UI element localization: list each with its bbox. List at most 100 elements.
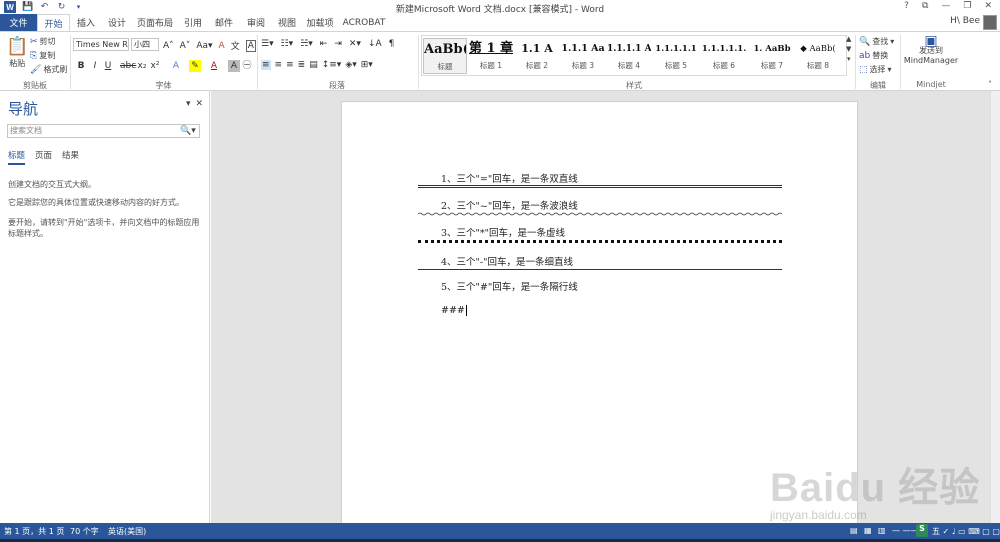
document-line[interactable]: 5、三个"#"回车，是一条隔行线 xyxy=(441,279,578,293)
tab-mailings[interactable]: 邮件 xyxy=(211,14,237,31)
user-name[interactable]: H\ Bee xyxy=(950,16,980,26)
clear-format-icon[interactable]: A xyxy=(219,41,225,51)
minimize-icon[interactable]: — xyxy=(941,1,950,11)
style-item[interactable]: AaBb( 标题 xyxy=(423,38,467,74)
tab-view[interactable]: 视图 xyxy=(274,14,300,31)
word-count-status[interactable]: 70 个字 xyxy=(70,526,99,537)
style-item[interactable]: 1.1.1.1.1. 标题 6 xyxy=(701,38,747,74)
align-center-icon[interactable]: ≡ xyxy=(275,60,283,70)
typing-line[interactable]: ### xyxy=(441,305,467,316)
find-button[interactable]: 🔍 查找 ▾ xyxy=(859,36,894,47)
print-layout-icon[interactable]: ▦ xyxy=(864,526,872,535)
change-case-icon[interactable]: Aa▾ xyxy=(196,41,212,51)
line-spacing-icon[interactable]: ↕≡▾ xyxy=(322,60,342,70)
font-size-combo[interactable]: 小四 xyxy=(131,38,159,51)
chinese-layout-icon[interactable]: ✕▾ xyxy=(349,39,361,49)
tab-references[interactable]: 引用 xyxy=(180,14,206,31)
underline-icon[interactable]: U xyxy=(102,60,114,72)
superscript-icon[interactable]: x² xyxy=(149,60,161,72)
nav-tab-pages[interactable]: 页面 xyxy=(35,149,52,165)
italic-icon[interactable]: I xyxy=(89,60,101,72)
document-line[interactable]: 4、三个"-"回车，是一条细直线 xyxy=(441,254,573,268)
web-layout-icon[interactable]: ▥ xyxy=(878,526,886,535)
format-painter-button[interactable]: 🖌 格式刷 xyxy=(30,64,67,75)
replace-button[interactable]: ab 替换 xyxy=(859,50,888,61)
text-effects-icon[interactable]: A xyxy=(170,60,182,72)
decrease-indent-icon[interactable]: ⇤ xyxy=(320,39,328,49)
language-status[interactable]: 英语(美国) xyxy=(108,526,146,537)
chevron-down-icon[interactable]: ▾ xyxy=(186,99,191,109)
title-bar: W 💾 ↶ ↻ ▾ 新建Microsoft Word 文档.docx [兼容模式… xyxy=(0,0,1000,15)
bold-icon[interactable]: B xyxy=(75,60,87,72)
cut-button[interactable]: ✂ 剪切 xyxy=(30,36,56,47)
nav-tab-headings[interactable]: 标题 xyxy=(8,149,26,165)
more-icon[interactable]: ▾ xyxy=(847,55,851,63)
chevron-up-icon[interactable]: ▲ xyxy=(846,35,851,43)
borders-icon[interactable]: ⊞▾ xyxy=(361,60,373,70)
tab-review[interactable]: 审阅 xyxy=(243,14,269,31)
ribbon-display-icon[interactable]: ⧉ xyxy=(922,1,928,11)
collapse-ribbon-icon[interactable]: ˄ xyxy=(988,80,992,89)
search-icon[interactable]: 🔍▾ xyxy=(180,126,196,136)
nav-tab-results[interactable]: 结果 xyxy=(62,149,79,165)
watermark: Baidu 经验 jingyan.baidu.com xyxy=(770,440,996,522)
show-marks-icon[interactable]: ¶ xyxy=(389,39,395,49)
style-item[interactable]: 1.1 A 标题 2 xyxy=(515,38,559,74)
restore-icon[interactable]: ❐ xyxy=(963,1,971,11)
paintbrush-icon: 🖌 xyxy=(30,64,42,75)
sort-icon[interactable]: ↓A xyxy=(368,39,382,49)
style-item[interactable]: 1.1.1.1 A 标题 4 xyxy=(607,38,651,74)
enclose-char-icon[interactable]: ㊀ xyxy=(241,60,253,72)
close-icon[interactable]: ✕ xyxy=(984,1,992,11)
multilevel-list-icon[interactable]: ☵▾ xyxy=(300,39,313,49)
shrink-font-icon[interactable]: A˅ xyxy=(180,41,191,51)
copy-button[interactable]: ⎘ 复制 xyxy=(30,50,55,61)
send-to-mindmanager-button[interactable]: ▣ 发送到 MindManager xyxy=(904,34,958,66)
page-count-status[interactable]: 第 1 页，共 1 页 xyxy=(4,526,64,537)
document-line[interactable]: 3、三个"*"回车，是一条虚线 xyxy=(441,225,565,239)
subscript-icon[interactable]: x₂ xyxy=(136,60,148,72)
input-method-icon[interactable]: S xyxy=(916,524,928,537)
zoom-slider[interactable]: — —— xyxy=(892,526,919,535)
align-left-icon[interactable]: ≡ xyxy=(261,60,271,70)
tab-insert[interactable]: 插入 xyxy=(72,14,100,31)
style-item[interactable]: 第 1 章 标题 1 xyxy=(469,38,513,74)
align-right-icon[interactable]: ≡ xyxy=(286,60,294,70)
highlight-icon[interactable]: ✎ xyxy=(189,60,201,72)
strikethrough-icon[interactable]: abc xyxy=(120,60,136,72)
char-border-icon[interactable]: A xyxy=(245,39,256,52)
read-mode-icon[interactable]: ▤ xyxy=(850,526,858,535)
distributed-icon[interactable]: ▤ xyxy=(309,60,318,70)
close-icon[interactable]: ✕ xyxy=(196,99,204,109)
style-item[interactable]: 1. AaBb 标题 7 xyxy=(750,38,794,74)
help-icon[interactable]: ? xyxy=(904,1,909,11)
font-color-icon[interactable]: A xyxy=(208,60,220,72)
increase-indent-icon[interactable]: ⇥ xyxy=(334,39,342,49)
justify-icon[interactable]: ≣ xyxy=(298,60,306,70)
style-item[interactable]: ◆ AaBb( 标题 8 xyxy=(796,38,840,74)
bullets-icon[interactable]: ☰▾ xyxy=(261,39,274,49)
tab-home[interactable]: 开始 xyxy=(37,14,70,31)
avatar[interactable] xyxy=(983,15,997,30)
char-shading-icon[interactable]: A xyxy=(228,60,240,72)
grow-font-icon[interactable]: A˄ xyxy=(163,41,174,51)
paste-button[interactable]: 📋 粘贴 xyxy=(6,36,28,69)
nav-search-input[interactable]: 搜索文档 xyxy=(7,124,200,138)
styles-scroll[interactable]: ▲ ▼ ▾ xyxy=(846,35,851,63)
font-name-combo[interactable]: Times New R xyxy=(73,38,129,51)
document-line[interactable]: 2、三个"~"回车，是一条波浪线 xyxy=(441,198,578,212)
phonetic-guide-icon[interactable]: 文 xyxy=(231,39,240,52)
tab-design[interactable]: 设计 xyxy=(104,14,130,31)
tab-addins[interactable]: 加载项 xyxy=(304,14,336,31)
style-item[interactable]: 1.1.1.1.1 标题 5 xyxy=(654,38,698,74)
tray-icons[interactable]: 五 ✓ ♩ ▭ ⌨ ▢ ▢ xyxy=(932,526,1000,537)
shading-icon[interactable]: ◈▾ xyxy=(345,60,356,70)
chevron-down-icon[interactable]: ▼ xyxy=(846,45,851,53)
style-item[interactable]: 1.1.1 Aa 标题 3 xyxy=(561,38,605,74)
tab-file[interactable]: 文件 xyxy=(0,14,37,31)
tab-acrobat[interactable]: ACROBAT xyxy=(342,14,386,31)
document-line[interactable]: 1、三个"="回车，是一条双直线 xyxy=(441,171,578,185)
select-button[interactable]: ⬚ 选择 ▾ xyxy=(859,64,892,75)
numbering-icon[interactable]: ☷▾ xyxy=(281,39,294,49)
tab-page-layout[interactable]: 页面布局 xyxy=(136,14,174,31)
